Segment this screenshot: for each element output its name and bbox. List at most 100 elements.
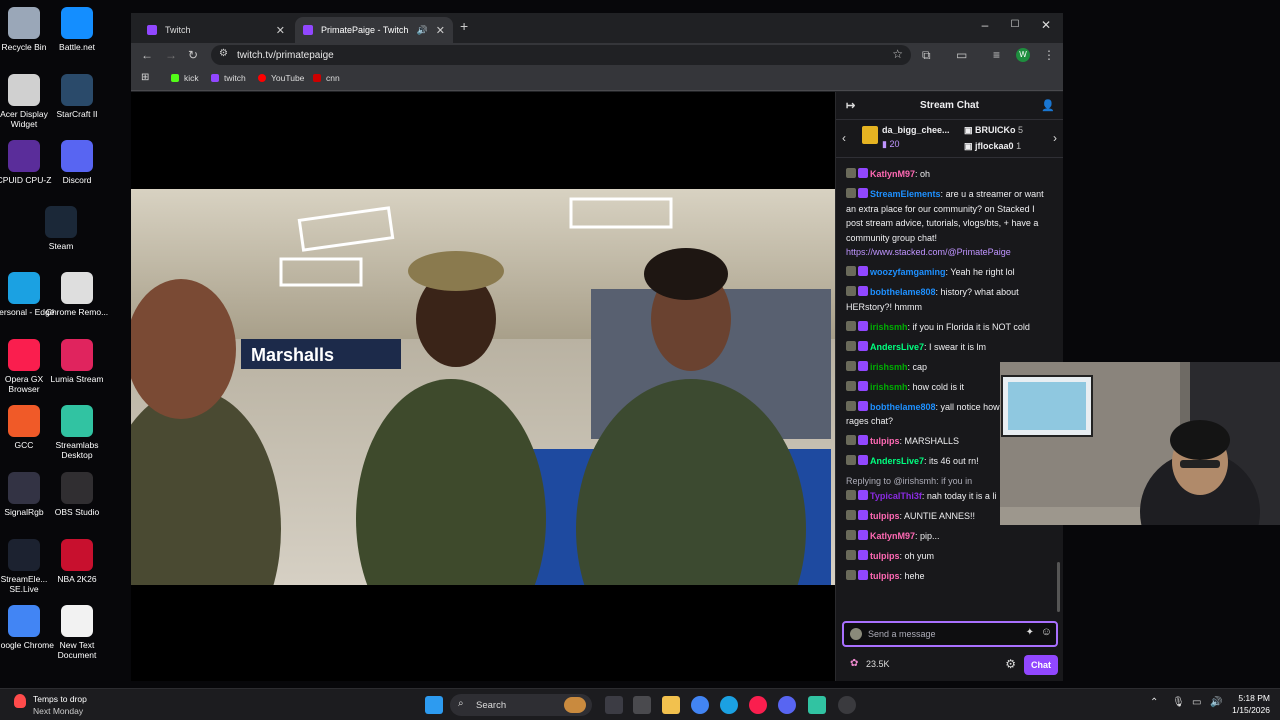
- chat-input[interactable]: Send a message ✦ ☺: [842, 621, 1058, 647]
- widgets-icon[interactable]: [633, 696, 651, 714]
- chat-username[interactable]: AndersLive7: [870, 342, 924, 352]
- sub-badge-icon[interactable]: [858, 380, 868, 391]
- clock-time[interactable]: 5:18 PM: [1232, 693, 1270, 703]
- edge-taskbar-icon[interactable]: [720, 696, 738, 714]
- sub-badge-icon[interactable]: [858, 509, 868, 520]
- chat-username[interactable]: AndersLive7: [870, 456, 924, 466]
- chevron-left-icon[interactable]: ‹: [842, 131, 846, 145]
- chat-badge-icon[interactable]: [846, 549, 856, 560]
- leaderboard-user[interactable]: ▣ BRUICKo 5: [964, 125, 1023, 136]
- file-explorer-icon[interactable]: [662, 696, 680, 714]
- maximize-button[interactable]: ☐: [1005, 19, 1025, 30]
- chat-badge-icon[interactable]: [846, 455, 856, 465]
- network-icon[interactable]: ▭: [1192, 697, 1201, 708]
- chat-username[interactable]: irishsmh: [870, 382, 908, 392]
- bookmark-youtube[interactable]: YouTube: [258, 73, 304, 83]
- desktop-icon[interactable]: Chrome Remo...: [45, 272, 109, 317]
- chat-username[interactable]: tulpips: [870, 436, 900, 446]
- sub-badge-icon[interactable]: [858, 400, 868, 411]
- chat-link[interactable]: https://www.stacked.com/@PrimatePaige: [846, 245, 1050, 260]
- chat-username[interactable]: bobthelame808: [870, 402, 936, 412]
- chat-username[interactable]: KatlynM97: [870, 169, 915, 179]
- weather-title[interactable]: Temps to drop: [33, 694, 87, 704]
- profile-avatar[interactable]: W: [1016, 48, 1030, 62]
- chat-badge-icon[interactable]: [846, 509, 856, 520]
- app-taskbar-icon[interactable]: [838, 696, 856, 714]
- tab-twitch[interactable]: Twitch ✕: [139, 17, 293, 43]
- chat-badge-icon[interactable]: [846, 168, 856, 178]
- taskbar-search[interactable]: ⌕ Search: [450, 694, 592, 716]
- close-tab-icon[interactable]: ✕: [276, 24, 285, 37]
- stream-video[interactable]: Marshalls: [131, 189, 835, 585]
- chat-username[interactable]: TypicalThi3f: [870, 491, 922, 501]
- sub-badge-icon[interactable]: [858, 549, 868, 560]
- tab-primatepaige[interactable]: PrimatePaige - Twitch 🔊 ✕: [295, 17, 453, 43]
- sub-badge-icon[interactable]: [858, 569, 868, 580]
- extensions-icon[interactable]: ⧉: [922, 48, 931, 63]
- chrome-taskbar-icon[interactable]: [691, 696, 709, 714]
- chat-badge-icon[interactable]: [846, 400, 856, 411]
- forward-icon[interactable]: →: [165, 48, 177, 62]
- sub-badge-icon[interactable]: [858, 360, 868, 371]
- desktop-icon[interactable]: Streamlabs Desktop: [45, 405, 109, 460]
- desktop-icon[interactable]: StarCraft II: [45, 74, 109, 119]
- chat-badge-icon[interactable]: [846, 188, 856, 198]
- chat-username[interactable]: tulpips: [870, 571, 900, 581]
- chat-settings-icon[interactable]: ⚙: [1005, 657, 1016, 671]
- chevron-right-icon[interactable]: ›: [1053, 131, 1057, 145]
- minimize-button[interactable]: –: [975, 18, 995, 32]
- streamlabs-taskbar-icon[interactable]: [808, 696, 826, 714]
- chat-badge-icon[interactable]: [846, 435, 856, 445]
- channel-points-icon[interactable]: ✿: [850, 658, 858, 669]
- reload-icon[interactable]: ↻: [188, 48, 198, 62]
- chat-send-button[interactable]: Chat: [1024, 655, 1058, 675]
- bookmark-kick[interactable]: kick: [171, 73, 199, 83]
- sub-badge-icon[interactable]: [858, 340, 868, 351]
- sidebar-icon[interactable]: ▭: [956, 48, 967, 62]
- collapse-chat-icon[interactable]: ↦: [846, 99, 855, 112]
- leaderboard-user[interactable]: ▣ jflockaa0 1: [964, 141, 1021, 152]
- bookmark-twitch[interactable]: twitch: [211, 73, 246, 83]
- chat-badge-icon[interactable]: [846, 529, 856, 540]
- menu-icon[interactable]: ⋮: [1043, 48, 1055, 62]
- desktop-icon[interactable]: New Text Document: [45, 605, 109, 660]
- desktop-icon[interactable]: Battle.net: [45, 7, 109, 52]
- discord-taskbar-icon[interactable]: [778, 696, 796, 714]
- power-ups-icon[interactable]: ✦: [1026, 627, 1034, 638]
- desktop-icon[interactable]: NBA 2K26: [45, 539, 109, 584]
- chat-badge-icon[interactable]: [846, 320, 856, 331]
- volume-icon[interactable]: 🔊: [1210, 697, 1222, 708]
- close-window-button[interactable]: ✕: [1036, 18, 1056, 32]
- clock-date[interactable]: 1/15/2026: [1222, 705, 1270, 715]
- community-icon[interactable]: 👤: [1041, 99, 1055, 112]
- chat-username[interactable]: irishsmh: [870, 362, 908, 372]
- apps-icon[interactable]: ⊞: [141, 72, 149, 83]
- task-view-icon[interactable]: [605, 696, 623, 714]
- microphone-icon[interactable]: 🎙: [1172, 697, 1185, 708]
- close-tab-icon[interactable]: ✕: [436, 24, 445, 37]
- back-icon[interactable]: ←: [141, 48, 153, 62]
- desktop-icon[interactable]: Discord: [45, 140, 109, 185]
- site-info-icon[interactable]: ⚙: [219, 48, 228, 59]
- chat-username[interactable]: StreamElements: [870, 189, 941, 199]
- speaker-icon[interactable]: 🔊: [417, 25, 428, 36]
- chat-username[interactable]: woozyfamgaming: [870, 267, 946, 277]
- emote-picker-icon[interactable]: ☺: [1041, 626, 1052, 638]
- sub-badge-icon[interactable]: [858, 320, 868, 331]
- leaderboard-user[interactable]: da_bigg_chee...: [882, 125, 950, 135]
- sub-badge-icon[interactable]: [858, 435, 868, 445]
- chat-username[interactable]: tulpips: [870, 511, 900, 521]
- sub-badge-icon[interactable]: [858, 455, 868, 465]
- chat-badge-icon[interactable]: [846, 340, 856, 351]
- sub-badge-icon[interactable]: [858, 286, 868, 296]
- sub-badge-icon[interactable]: [858, 489, 868, 500]
- bookmark-star-icon[interactable]: ☆: [892, 47, 903, 61]
- opera-gx-taskbar-icon[interactable]: [749, 696, 767, 714]
- chat-username[interactable]: irishsmh: [870, 322, 908, 332]
- sub-badge-icon[interactable]: [858, 188, 868, 198]
- chat-badge-icon[interactable]: [846, 489, 856, 500]
- new-tab-button[interactable]: +: [460, 18, 468, 34]
- sub-badge-icon[interactable]: [858, 168, 868, 178]
- media-controls-icon[interactable]: ≡: [993, 48, 1000, 62]
- desktop-icon[interactable]: Lumia Stream: [45, 339, 109, 384]
